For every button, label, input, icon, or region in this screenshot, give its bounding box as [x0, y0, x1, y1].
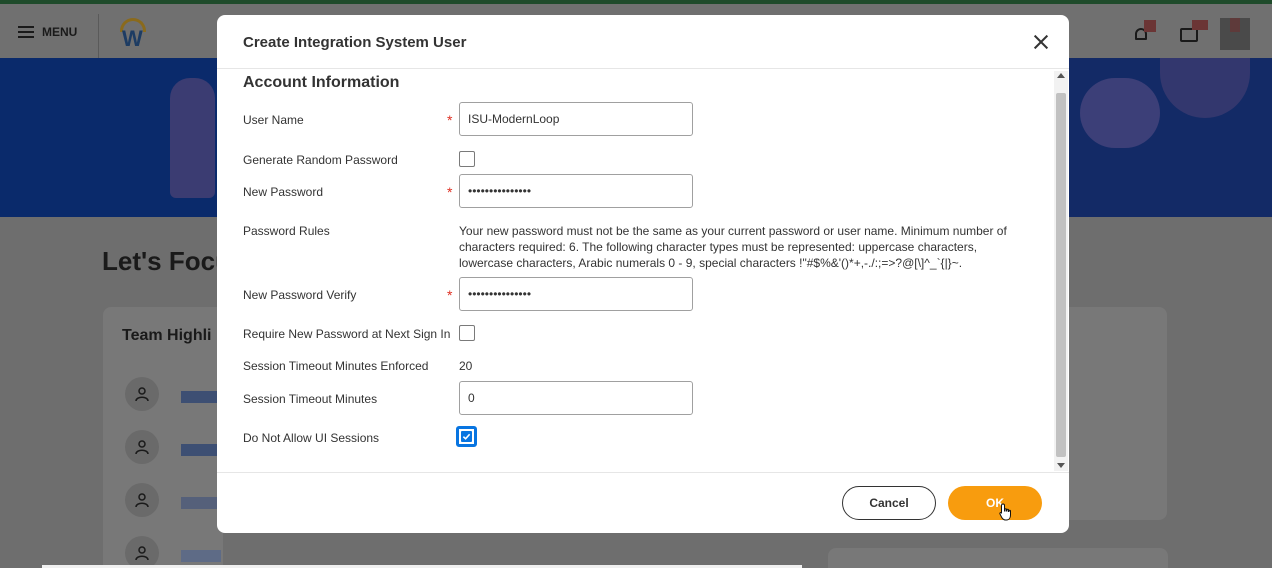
menu-label: MENU [42, 25, 78, 39]
new-password-label: New Password [243, 185, 324, 199]
focus-heading: Let's Focu [102, 246, 231, 276]
team-member-name-redacted[interactable] [181, 550, 221, 562]
team-member-name-redacted[interactable] [181, 391, 221, 403]
scroll-down-arrow-icon[interactable] [1057, 463, 1065, 468]
session-timeout-minutes-input[interactable] [459, 381, 693, 415]
scrollbar-thumb[interactable] [1056, 93, 1066, 457]
team-highlights-title: Team Highli [122, 327, 212, 344]
menu-button[interactable]: MENU [18, 24, 77, 40]
banner-tree-illustration [1080, 78, 1160, 148]
session-timeout-enforced-label: Session Timeout Minutes Enforced [243, 359, 429, 373]
hand-cursor-icon [999, 503, 1011, 521]
checkmark-icon [461, 431, 472, 442]
scroll-up-arrow-icon[interactable] [1057, 73, 1065, 78]
user-avatar[interactable] [1220, 18, 1250, 50]
do-not-allow-ui-sessions-checkbox[interactable] [456, 426, 477, 447]
dialog-scrollbar[interactable] [1054, 71, 1068, 471]
password-rules-label: Password Rules [243, 224, 330, 238]
logo-letter: W [122, 26, 143, 51]
cancel-button[interactable]: Cancel [842, 486, 936, 520]
generate-random-password-label: Generate Random Password [243, 153, 398, 167]
footer-divider [217, 472, 1069, 473]
dialog-body: Account Information User Name * Generate… [217, 69, 1069, 472]
team-member-name-redacted[interactable] [181, 497, 221, 509]
new-password-verify-input[interactable] [459, 277, 693, 311]
banner-figure-illustration [170, 78, 215, 198]
notifications-bell-icon[interactable] [1132, 20, 1156, 44]
dialog-title: Create Integration System User [243, 34, 467, 51]
bottom-card [828, 548, 1168, 568]
password-rules-text: Your new password must not be the same a… [459, 224, 1007, 270]
person-icon[interactable] [125, 483, 159, 517]
menu-divider [98, 14, 99, 58]
required-indicator: * [447, 112, 453, 128]
session-timeout-minutes-label: Session Timeout Minutes [243, 392, 378, 406]
hamburger-icon [18, 26, 34, 38]
inbox-badge [1192, 20, 1208, 30]
do-not-allow-ui-sessions-label: Do Not Allow UI Sessions [243, 431, 380, 445]
right-card [1068, 307, 1167, 520]
required-indicator: * [447, 287, 453, 303]
create-integration-system-user-dialog: Create Integration System User Account I… [217, 15, 1069, 533]
session-timeout-enforced-value: 20 [459, 359, 473, 373]
team-highlights-card: Team Highli [103, 307, 223, 568]
new-password-verify-label: New Password Verify [243, 288, 357, 302]
notification-badge [1144, 20, 1156, 32]
require-new-password-label: Require New Password at Next Sign In [243, 327, 451, 341]
person-icon[interactable] [125, 536, 159, 568]
close-icon[interactable] [1031, 32, 1051, 52]
require-new-password-checkbox[interactable] [459, 325, 475, 341]
new-password-input[interactable] [459, 174, 693, 208]
avatar-image [1230, 18, 1240, 32]
workday-logo[interactable]: W [118, 18, 148, 51]
ok-button[interactable]: OK [948, 486, 1042, 520]
person-icon[interactable] [125, 430, 159, 464]
inbox-icon[interactable] [1180, 20, 1208, 42]
required-indicator: * [447, 184, 453, 200]
section-title: Account Information [243, 74, 400, 91]
team-member-name-redacted[interactable] [181, 444, 221, 456]
generate-random-password-checkbox[interactable] [459, 151, 475, 167]
user-name-label: User Name [243, 113, 304, 127]
person-icon[interactable] [125, 377, 159, 411]
user-name-input[interactable] [459, 102, 693, 136]
